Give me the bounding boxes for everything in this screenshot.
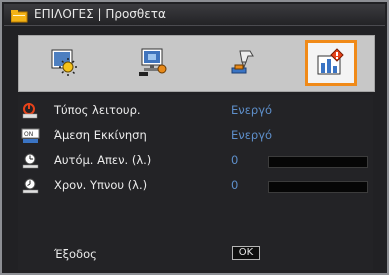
setting-row-power-mode[interactable]: Τύπος λειτουρ. Ενεργό xyxy=(18,102,373,120)
setting-label: Άμεση Εκκίνηση xyxy=(54,128,147,142)
menu-folder-icon xyxy=(10,8,28,23)
setting-row-sleep-timer[interactable]: Χρον. Υπνου (λ.) 0 xyxy=(18,177,373,195)
setting-value: 0 xyxy=(231,178,239,192)
options-settings-panel: Τύπος λειτουρ. Ενεργό ON Άμεση Εκκίνηση … xyxy=(18,95,373,270)
tab-options[interactable] xyxy=(305,40,357,86)
window-title: ΕΠΙΛΟΓΕΣ | Προσθετα xyxy=(34,7,166,21)
setting-value: 0 xyxy=(231,153,239,167)
hand-wrench-icon xyxy=(231,50,254,74)
setting-label: Αυτόμ. Απεν. (λ.) xyxy=(54,153,152,167)
osd-menu-window: ΕΠΙΛΟΓΕΣ | Προσθετα Τύπος λειτουρ. Ενεργ… xyxy=(0,0,389,275)
tab-display[interactable] xyxy=(128,40,180,86)
exit-label: Έξοδος xyxy=(54,247,97,261)
svg-text:ON: ON xyxy=(24,131,33,138)
setting-row-direct-power-on[interactable]: ON Άμεση Εκκίνηση Ενεργό xyxy=(18,127,373,145)
sleep-timer-slider[interactable] xyxy=(268,181,368,193)
auto-power-off-timer-icon xyxy=(21,153,41,169)
setting-value[interactable]: Ενεργό xyxy=(231,103,272,117)
screen-settings-icon xyxy=(139,48,167,76)
setting-label: Χρον. Υπνου (λ.) xyxy=(54,178,148,192)
bar-chart-options-icon xyxy=(317,48,344,75)
sun-image-icon xyxy=(51,49,77,76)
category-tab-strip xyxy=(18,35,375,92)
setting-value[interactable]: Ενεργό xyxy=(231,128,272,142)
tab-setup[interactable] xyxy=(216,40,268,86)
tab-image[interactable] xyxy=(39,40,91,86)
title-bar: ΕΠΙΛΟΓΕΣ | Προσθετα xyxy=(4,4,385,26)
auto-power-off-slider[interactable] xyxy=(268,156,368,168)
ok-button[interactable]: OK xyxy=(232,246,260,260)
power-mode-icon xyxy=(21,103,41,119)
direct-power-on-icon: ON xyxy=(21,128,41,144)
sleep-timer-icon xyxy=(21,178,41,194)
setting-label: Τύπος λειτουρ. xyxy=(54,103,141,117)
setting-row-auto-power-off[interactable]: Αυτόμ. Απεν. (λ.) 0 xyxy=(18,152,373,170)
